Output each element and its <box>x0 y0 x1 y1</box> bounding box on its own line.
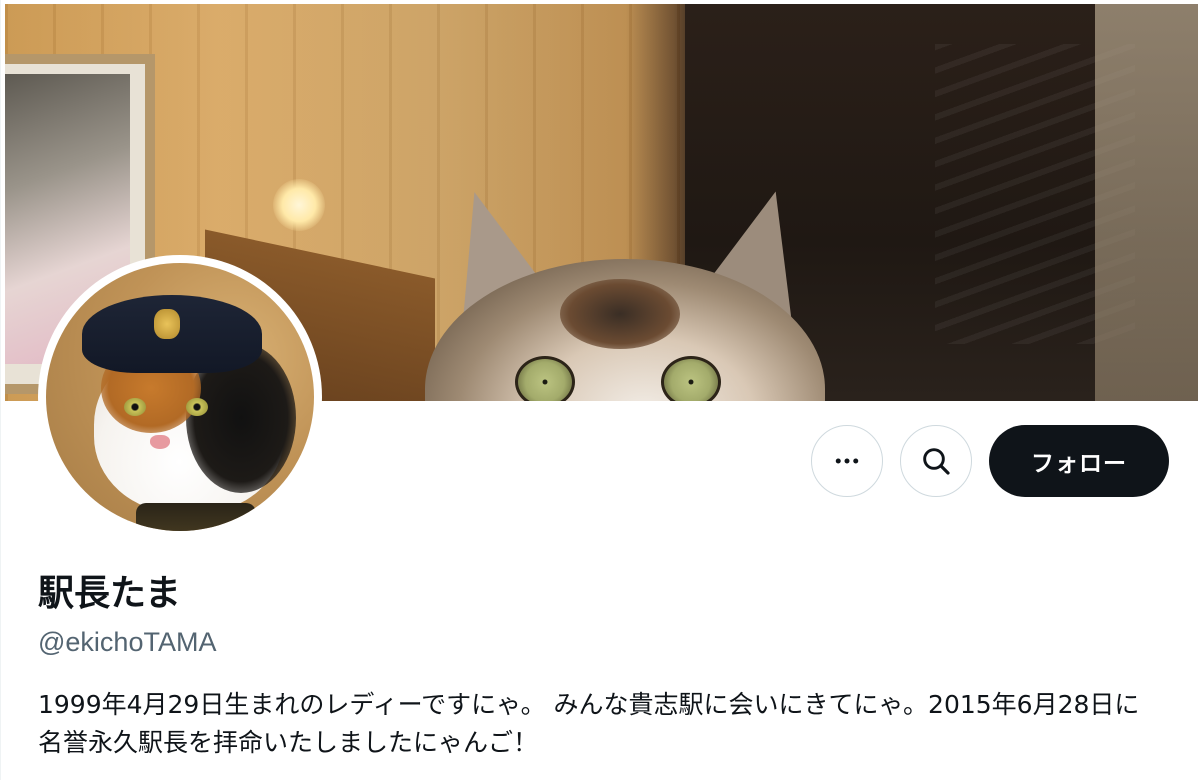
banner-cat-eye-left <box>515 356 575 401</box>
more-button[interactable] <box>811 425 883 497</box>
search-icon <box>923 448 950 475</box>
avatar-cap-badge <box>154 309 180 339</box>
profile-actions: フォロー <box>811 425 1169 497</box>
user-handle: @ekichoTAMA <box>38 627 217 657</box>
avatar-collar <box>136 503 256 531</box>
avatar-photo <box>46 263 314 531</box>
banner-cat-forehead-patch <box>560 279 680 349</box>
banner-right-wall <box>1095 4 1198 401</box>
profile-page: フォロー 駅長たま @ekichoTAMA 1999年4月29日生まれのレディー… <box>0 0 1198 780</box>
banner-lamp-light <box>273 179 325 231</box>
follow-button[interactable]: フォロー <box>989 425 1169 497</box>
profile-bio: 1999年4月29日生まれのレディーですにゃ。 みんな貴志駅に会いにきてにゃ。2… <box>38 690 1140 757</box>
banner-cat-eye-right <box>661 356 721 401</box>
avatar-cat-eye-left <box>124 398 146 416</box>
search-button[interactable] <box>900 425 972 497</box>
display-name: 駅長たま <box>38 573 181 614</box>
avatar-cat-eye-right <box>186 398 208 416</box>
avatar-cat-nose <box>150 435 170 449</box>
more-horizontal-icon <box>835 458 859 464</box>
profile-avatar[interactable] <box>38 255 322 539</box>
